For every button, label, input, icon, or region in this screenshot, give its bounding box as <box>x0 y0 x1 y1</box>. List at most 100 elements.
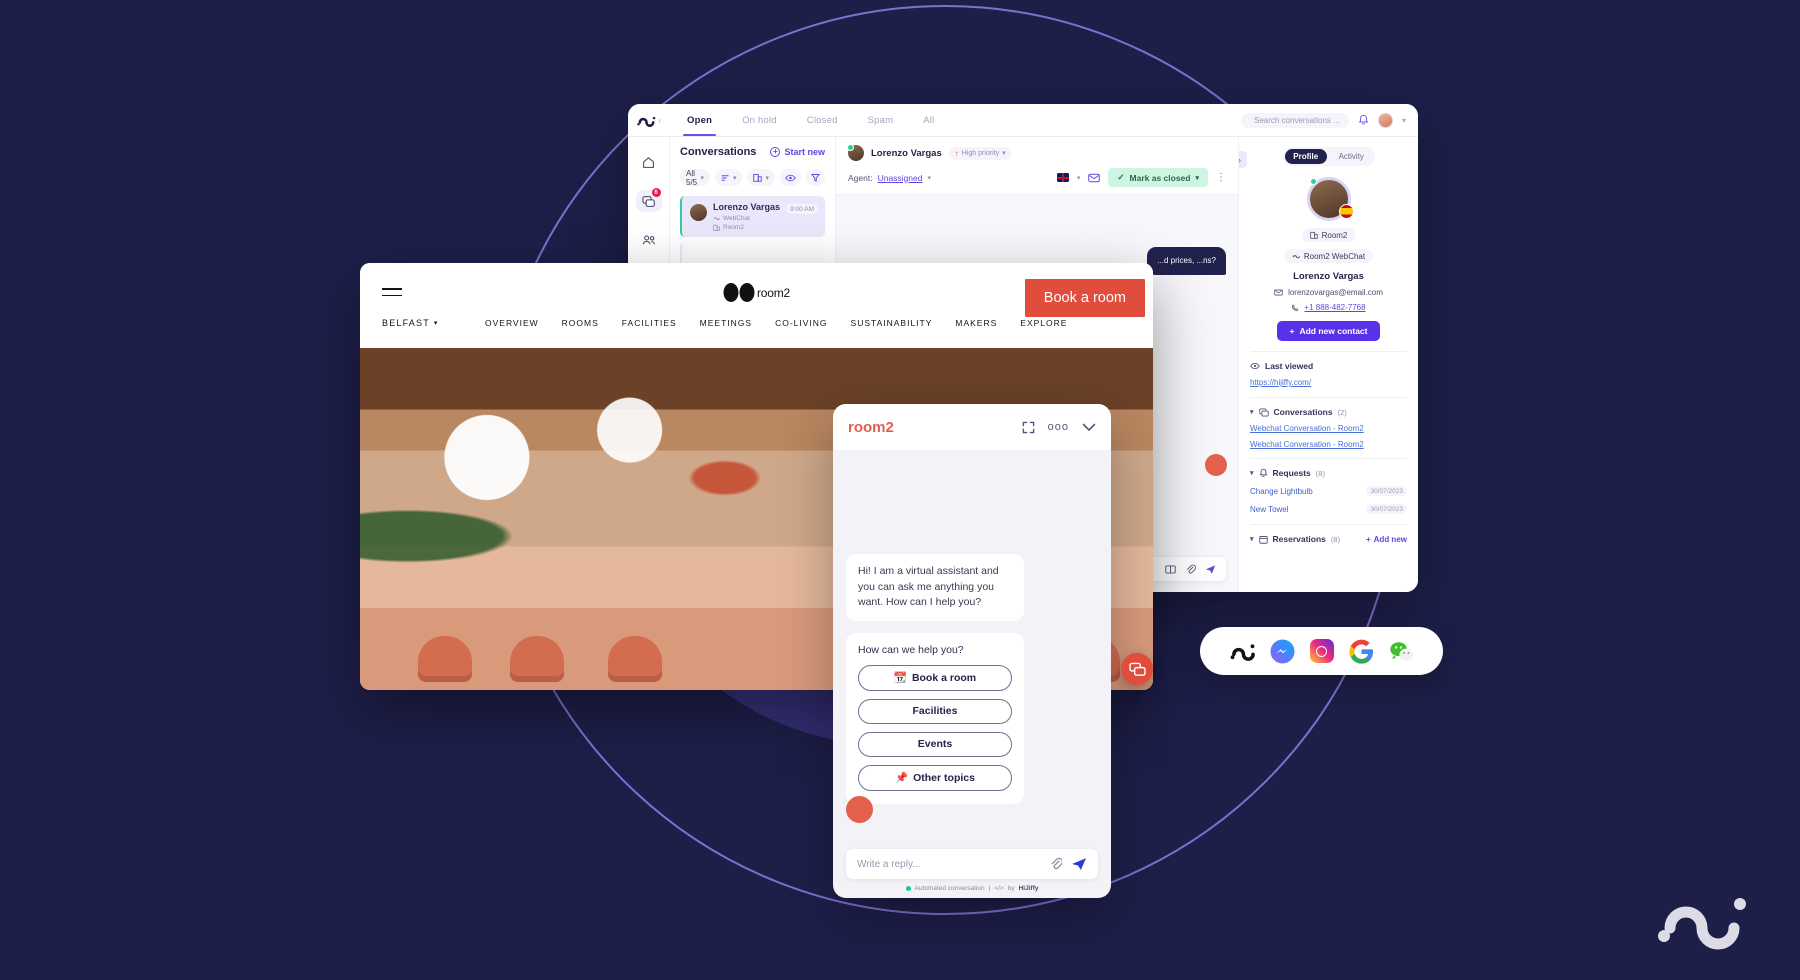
collapse-panel-icon[interactable]: » <box>1239 151 1247 168</box>
chat-icon <box>1128 662 1146 676</box>
send-icon[interactable] <box>1071 857 1087 871</box>
add-new-label: Add new <box>1373 534 1407 544</box>
add-new-reservation-button[interactable]: + Add new <box>1366 535 1407 544</box>
mark-as-closed-button[interactable]: ✓ Mark as closed ▾ <box>1108 168 1208 187</box>
notifications-bell-icon[interactable] <box>1358 114 1369 126</box>
filter-sort[interactable]: ▾ <box>714 169 743 186</box>
quick-reply-events[interactable]: Events <box>858 731 1012 757</box>
user-avatar[interactable] <box>1377 112 1393 128</box>
chevron-down-icon[interactable]: ▾ <box>927 174 931 182</box>
expand-icon[interactable] <box>1022 421 1035 434</box>
hijiffy-logo-icon <box>637 116 656 127</box>
filter-visibility[interactable] <box>780 169 801 186</box>
requests-section-label: Requests <box>1272 468 1311 478</box>
chevron-down-icon[interactable] <box>1082 423 1096 432</box>
code-icon: </> <box>994 885 1004 892</box>
reservations-section-label: Reservations <box>1272 534 1326 544</box>
quick-reply-book-a-room[interactable]: 📆 Book a room <box>858 664 1012 691</box>
chevron-down-icon: ▾ <box>1250 409 1254 416</box>
attachment-icon[interactable] <box>1050 857 1062 871</box>
menu-item-meetings[interactable]: MEETINGS <box>700 318 752 328</box>
menu-item-makers[interactable]: MAKERS <box>955 318 997 328</box>
menu-item-overview[interactable]: OVERVIEW <box>485 318 539 328</box>
city-selector[interactable]: BELFAST ▾ <box>382 318 439 328</box>
widget-header-actions: ooo <box>1022 421 1096 434</box>
menu-item-sustainability[interactable]: SUSTAINABILITY <box>851 318 933 328</box>
google-icon[interactable] <box>1348 639 1374 664</box>
chat-launcher-button[interactable] <box>1121 653 1153 685</box>
menu-item-explore[interactable]: EXPLORE <box>1020 318 1067 328</box>
chevron-down-icon[interactable]: ▾ <box>1077 174 1081 182</box>
quick-reply-facilities[interactable]: Facilities <box>858 698 1012 724</box>
menu-item-co-living[interactable]: CO-LIVING <box>775 318 827 328</box>
last-viewed-url[interactable]: https://hijiffy.com/ <box>1250 378 1407 387</box>
chevron-down-icon: ▾ <box>1195 174 1199 182</box>
instagram-icon[interactable] <box>1309 639 1334 663</box>
language-flag-icon[interactable] <box>1056 173 1069 182</box>
tab-spam[interactable]: Spam <box>868 104 894 136</box>
send-icon[interactable] <box>1205 564 1216 575</box>
tab-all[interactable]: All <box>923 104 934 136</box>
sidebar-expand-icon[interactable]: › <box>658 116 661 125</box>
more-options-icon[interactable]: ⋮ <box>1216 172 1226 182</box>
topbar-actions: Search conversations ... ▾ <box>1240 104 1418 136</box>
messenger-icon[interactable] <box>1270 639 1295 664</box>
tab-profile[interactable]: Profile <box>1284 149 1327 164</box>
divider <box>1250 351 1407 352</box>
more-options-icon[interactable]: ooo <box>1048 421 1069 433</box>
profile-property-chip: Room2 <box>1301 228 1356 242</box>
calendar-icon <box>1258 535 1268 544</box>
hamburger-menu-icon[interactable] <box>382 288 402 301</box>
request-row[interactable]: Change Lightbulb 30/07/2023 <box>1250 486 1407 496</box>
chevron-down-icon: ▾ <box>700 174 704 182</box>
wechat-icon[interactable] <box>1389 639 1414 664</box>
sidebar-item-contacts[interactable] <box>636 229 662 251</box>
arrow-up-icon: ↑ <box>954 148 959 158</box>
quick-reply-other-topics[interactable]: 📌 Other topics <box>858 764 1012 791</box>
bot-greeting-message: Hi! I am a virtual assistant and you can… <box>846 554 1024 621</box>
profile-conversation-link[interactable]: Webchat Conversation - Room2 <box>1250 440 1407 449</box>
sidebar-item-home[interactable] <box>636 151 662 173</box>
add-new-contact-button[interactable]: + Add new contact <box>1276 321 1381 341</box>
menu-item-facilities[interactable]: FACILITIES <box>622 318 677 328</box>
filter-funnel[interactable] <box>806 169 825 186</box>
widget-brand: room2 <box>848 418 894 436</box>
envelope-icon[interactable] <box>1088 173 1101 183</box>
filter-property[interactable]: ▾ <box>747 169 775 186</box>
priority-badge[interactable]: ↑ High priority ▾ <box>948 146 1012 160</box>
filter-all-count[interactable]: All 5/5 ▾ <box>680 169 710 187</box>
pin-emoji-icon: 📌 <box>895 772 909 785</box>
tab-activity[interactable]: Activity <box>1330 149 1373 164</box>
profile-name: Lorenzo Vargas <box>1293 271 1364 282</box>
eye-icon <box>1250 362 1260 370</box>
attachment-icon[interactable] <box>1185 564 1196 575</box>
tab-on-hold[interactable]: On hold <box>742 104 777 136</box>
search-input[interactable]: Search conversations ... <box>1240 112 1349 128</box>
conversations-section-header[interactable]: ▾ Conversations (2) <box>1250 407 1407 417</box>
filter-icon <box>811 174 820 182</box>
hotel-logo[interactable]: room2 <box>722 283 790 302</box>
reservations-section-header[interactable]: ▾ Reservations (8) + Add new <box>1250 534 1407 544</box>
profile-phone[interactable]: +1 888-482-7768 <box>1304 303 1365 312</box>
widget-reply-input[interactable]: Write a reply... <box>846 849 1098 879</box>
sidebar-item-conversations[interactable]: 6 <box>635 188 662 212</box>
conversation-list-item[interactable]: Lorenzo Vargas WebChat Room2 9:00 AM <box>680 196 825 237</box>
tab-open[interactable]: Open <box>682 104 717 136</box>
request-row[interactable]: New Towel 30/07/2023 <box>1250 504 1407 514</box>
request-date: 30/07/2023 <box>1366 486 1407 496</box>
profile-conversation-link[interactable]: Webchat Conversation - Room2 <box>1250 424 1407 433</box>
chevron-down-icon[interactable]: ▾ <box>1402 116 1406 125</box>
requests-section-header[interactable]: ▾ Requests (8) <box>1250 468 1407 478</box>
start-new-button[interactable]: + Start new <box>770 147 825 157</box>
book-a-room-button[interactable]: Book a room <box>1024 279 1145 317</box>
bar-stool <box>510 636 564 682</box>
tab-closed[interactable]: Closed <box>807 104 838 136</box>
agent-value[interactable]: Unassigned <box>878 173 923 183</box>
chevron-down-icon: ▾ <box>433 320 439 327</box>
menu-item-rooms[interactable]: ROOMS <box>562 318 599 328</box>
conversations-count: (2) <box>1337 407 1347 417</box>
conversation-property: Room2 <box>713 224 780 231</box>
hijiffy-icon[interactable] <box>1230 639 1255 664</box>
canned-response-icon[interactable] <box>1165 564 1176 575</box>
spain-flag-icon <box>1338 204 1354 219</box>
